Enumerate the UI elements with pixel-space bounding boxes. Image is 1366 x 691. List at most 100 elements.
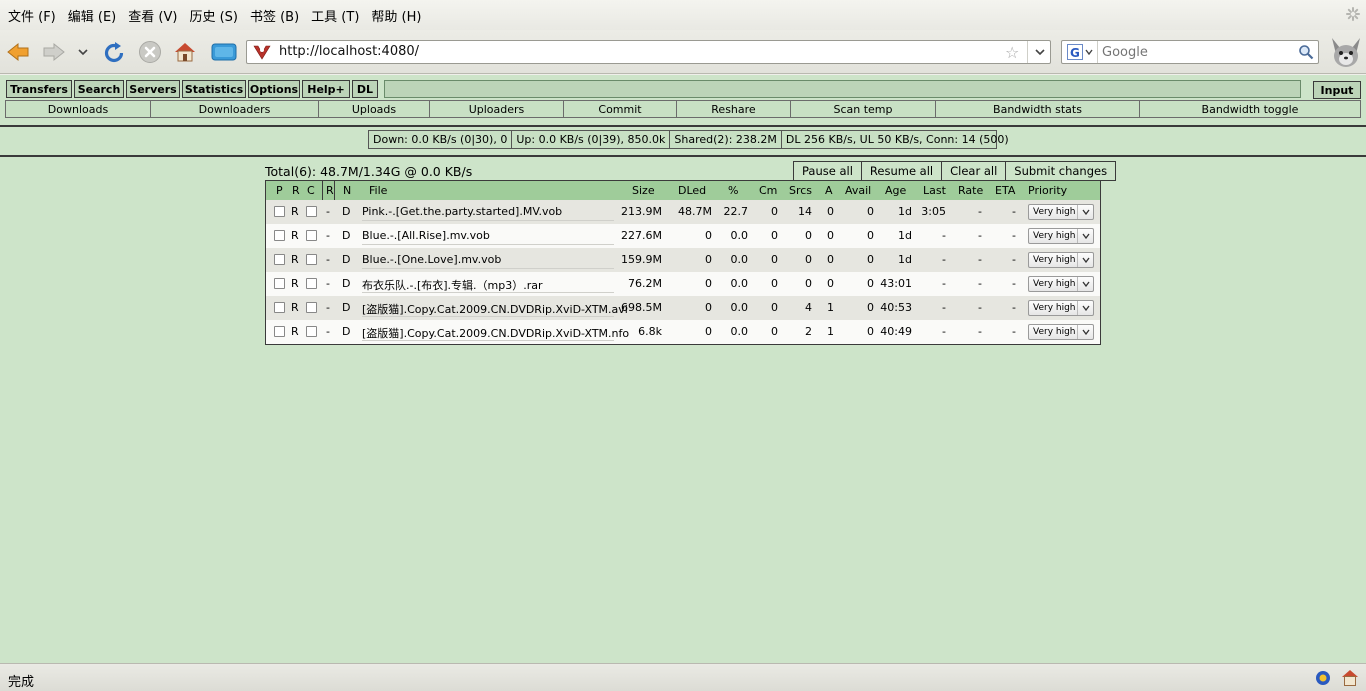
priority-select[interactable]: Very high xyxy=(1028,228,1094,244)
col-age[interactable]: Age xyxy=(885,184,906,197)
statistics-button[interactable]: Statistics xyxy=(182,80,246,98)
col-srcs[interactable]: Srcs xyxy=(789,184,812,197)
dl-button[interactable]: DL xyxy=(352,80,378,98)
sidebar-button[interactable] xyxy=(208,38,240,66)
cell-filename[interactable]: [盗版猫].Copy.Cat.2009.CN.DVDRip.XviD-XTM.a… xyxy=(362,301,628,317)
priority-select[interactable]: Very high xyxy=(1028,324,1094,340)
col-priority[interactable]: Priority xyxy=(1028,184,1067,197)
bandwidth-stats-button[interactable]: Bandwidth stats xyxy=(936,101,1140,117)
resume-all-button[interactable]: Resume all xyxy=(862,162,943,180)
col-a[interactable]: A xyxy=(825,184,833,197)
reshare-button[interactable]: Reshare xyxy=(677,101,791,117)
scan-temp-button[interactable]: Scan temp xyxy=(791,101,936,117)
col-avail[interactable]: Avail xyxy=(845,184,871,197)
cancel-checkbox[interactable] xyxy=(306,206,317,217)
menu-file[interactable]: 文件 (F) xyxy=(4,6,64,25)
col-rate[interactable]: Rate xyxy=(958,184,983,197)
resume-marker[interactable]: R xyxy=(291,325,299,338)
search-engine-selector[interactable]: G xyxy=(1062,41,1098,63)
col-cancel[interactable]: C xyxy=(307,184,315,197)
uploaders-button[interactable]: Uploaders xyxy=(430,101,564,117)
search-input[interactable] xyxy=(1102,43,1292,61)
pause-checkbox[interactable] xyxy=(274,206,285,217)
cell-age: 40:53 xyxy=(880,301,912,314)
priority-select[interactable]: Very high xyxy=(1028,204,1094,220)
address-bar[interactable]: http://localhost:4080/ ☆ xyxy=(246,40,1051,64)
cell-srcs: 2 xyxy=(805,325,812,338)
downloads-button[interactable]: Downloads xyxy=(6,101,151,117)
cell-eta: - xyxy=(1012,229,1016,242)
chevron-down-icon xyxy=(1084,49,1093,55)
col-eta[interactable]: ETA xyxy=(995,184,1015,197)
search-icon[interactable] xyxy=(1298,44,1314,60)
submit-changes-button[interactable]: Submit changes xyxy=(1006,162,1115,180)
cell-filename[interactable]: [盗版猫].Copy.Cat.2009.CN.DVDRip.XviD-XTM.n… xyxy=(362,325,629,341)
col-network[interactable]: N xyxy=(343,184,351,197)
cancel-checkbox[interactable] xyxy=(306,278,317,289)
pause-checkbox[interactable] xyxy=(274,230,285,241)
transfers-button[interactable]: Transfers xyxy=(6,80,72,98)
cancel-checkbox[interactable] xyxy=(306,254,317,265)
col-cm[interactable]: Cm xyxy=(759,184,777,197)
cell-rate: - xyxy=(978,253,982,266)
cancel-checkbox[interactable] xyxy=(306,302,317,313)
home-status-icon[interactable] xyxy=(1340,668,1360,687)
cell-filename[interactable]: Blue.-.[All.Rise].mv.vob xyxy=(362,229,490,242)
col-size[interactable]: Size xyxy=(632,184,655,197)
command-input[interactable] xyxy=(384,80,1301,98)
menu-view[interactable]: 查看 (V) xyxy=(124,6,185,25)
bookmark-star-icon[interactable]: ☆ xyxy=(1005,43,1019,62)
input-button[interactable]: Input xyxy=(1313,81,1361,99)
resume-marker[interactable]: R xyxy=(291,253,299,266)
resume-marker[interactable]: R xyxy=(291,229,299,242)
pause-checkbox[interactable] xyxy=(274,254,285,265)
search-box[interactable]: G xyxy=(1061,40,1319,64)
menu-tools[interactable]: 工具 (T) xyxy=(307,6,367,25)
bandwidth-toggle-button[interactable]: Bandwidth toggle xyxy=(1140,101,1360,117)
reload-button[interactable] xyxy=(100,38,128,66)
options-button[interactable]: Options xyxy=(248,80,300,98)
menu-bookmarks[interactable]: 书签 (B) xyxy=(246,6,307,25)
col-pause[interactable]: P xyxy=(276,184,283,197)
pause-checkbox[interactable] xyxy=(274,326,285,337)
search-button[interactable]: Search xyxy=(74,80,124,98)
cancel-checkbox[interactable] xyxy=(306,230,317,241)
col-file[interactable]: File xyxy=(369,184,387,197)
addon-status-icon[interactable] xyxy=(1314,669,1332,687)
cell-filename[interactable]: 布衣乐队.-.[布衣].专辑.（mp3）.rar xyxy=(362,277,543,293)
back-button[interactable] xyxy=(4,38,32,66)
pause-checkbox[interactable] xyxy=(274,302,285,313)
servers-button[interactable]: Servers xyxy=(126,80,180,98)
resume-marker[interactable]: R xyxy=(291,277,299,290)
url-text[interactable]: http://localhost:4080/ xyxy=(279,44,419,59)
commit-button[interactable]: Commit xyxy=(564,101,677,117)
stop-button[interactable] xyxy=(136,38,164,66)
help-button[interactable]: Help+ xyxy=(302,80,350,98)
col-r[interactable]: R xyxy=(326,184,334,197)
col-percent[interactable]: % xyxy=(728,184,738,197)
clear-all-button[interactable]: Clear all xyxy=(942,162,1007,180)
cell-filename[interactable]: Blue.-.[One.Love].mv.vob xyxy=(362,253,501,266)
pause-all-button[interactable]: Pause all xyxy=(794,162,862,180)
col-resume[interactable]: R xyxy=(292,184,300,197)
menu-history[interactable]: 历史 (S) xyxy=(185,6,246,25)
priority-select[interactable]: Very high xyxy=(1028,276,1094,292)
priority-select[interactable]: Very high xyxy=(1028,300,1094,316)
cell-filename[interactable]: Pink.-.[Get.the.party.started].MV.vob xyxy=(362,205,562,218)
resume-marker[interactable]: R xyxy=(291,205,299,218)
menu-edit[interactable]: 编辑 (E) xyxy=(64,6,125,25)
cancel-checkbox[interactable] xyxy=(306,326,317,337)
col-dled[interactable]: DLed xyxy=(678,184,706,197)
priority-select[interactable]: Very high xyxy=(1028,252,1094,268)
pause-checkbox[interactable] xyxy=(274,278,285,289)
menu-help[interactable]: 帮助 (H) xyxy=(367,6,429,25)
home-button[interactable] xyxy=(171,38,199,66)
resume-marker[interactable]: R xyxy=(291,301,299,314)
uploads-button[interactable]: Uploads xyxy=(319,101,430,117)
url-dropdown-button[interactable] xyxy=(1027,41,1051,63)
downloaders-button[interactable]: Downloaders xyxy=(151,101,319,117)
history-dropdown-button[interactable] xyxy=(72,38,94,66)
forward-button[interactable] xyxy=(40,38,68,66)
cell-age: 1d xyxy=(898,229,912,242)
col-last[interactable]: Last xyxy=(923,184,946,197)
